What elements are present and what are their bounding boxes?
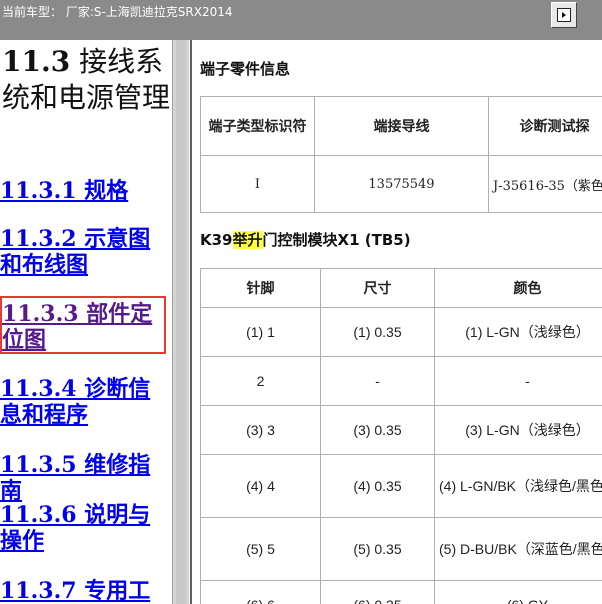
cell-pin: 2 (200, 356, 321, 406)
cell-size: (5) 0.35 (320, 517, 435, 581)
nav-link-repair-guide[interactable]: 11.3.5 维修指南 (0, 452, 170, 504)
cell-diagnostic-probe: J-35616-35（紫色） (488, 155, 602, 213)
table-header-row: 针脚 尺寸 颜色 (200, 268, 602, 308)
nav-link-specs[interactable]: 11.3.1 规格 (0, 178, 170, 204)
cell-pin: (4) 4 (200, 454, 321, 518)
table-header-row: 端子类型标识符 端接导线 诊断测试探 (200, 96, 602, 156)
cell-color: (1) L-GN（浅绿色） (434, 307, 602, 357)
toggle-panel-button[interactable] (551, 2, 577, 28)
cell-size: (3) 0.35 (320, 405, 435, 455)
nav-link-description-operation[interactable]: 11.3.6 说明与操作 (0, 502, 170, 554)
connector-pinout-table: 针脚 尺寸 颜色 (1) 1 (1) 0.35 (1) L-GN（浅绿色） 2 … (200, 268, 602, 604)
connector-title-prefix: K39 (200, 231, 233, 249)
cell-pin: (5) 5 (200, 517, 321, 581)
table-row: I 13575549 J-35616-35（紫色） (200, 155, 602, 213)
toggle-panel-icon (557, 8, 571, 22)
header-size: 尺寸 (320, 268, 435, 308)
left-navigation: 11.3 接线系统和电源管理 11.3.1 规格 11.3.2 示意图和布线图 … (0, 40, 172, 604)
cell-pin: (6) 6 (200, 580, 321, 604)
chapter-heading: 11.3 接线系统和电源管理 (2, 44, 172, 116)
cell-size: (6) 0.35 (320, 580, 435, 604)
cell-size: (4) 0.35 (320, 454, 435, 518)
table-row: 2 - - (200, 356, 602, 406)
current-vehicle-label: 当前车型： 厂家:S-上海凯迪拉克SRX2014 (2, 5, 233, 19)
left-scrollbar[interactable] (172, 40, 190, 604)
nav-link-special-tools[interactable]: 11.3.7 专用工具 (0, 578, 170, 604)
header-terminal-type: 端子类型标识符 (200, 96, 315, 156)
cell-size: - (320, 356, 435, 406)
table-row: (4) 4 (4) 0.35 (4) L-GN/BK（浅绿色/黑色） (200, 454, 602, 518)
cell-terminal-type: I (200, 155, 315, 213)
header-terminated-lead: 端接导线 (314, 96, 489, 156)
cell-color: (4) L-GN/BK（浅绿色/黑色） (434, 454, 602, 518)
cell-color: (3) L-GN（浅绿色） (434, 405, 602, 455)
scrollbar-thumb[interactable] (176, 40, 186, 604)
nav-link-diagnostics[interactable]: 11.3.4 诊断信息和程序 (0, 376, 170, 428)
search-highlight: 举升 (232, 231, 263, 249)
main-content: 端子零件信息 端子类型标识符 端接导线 诊断测试探 I 13575549 J-3… (192, 40, 602, 604)
terminal-parts-title: 端子零件信息 (200, 60, 291, 78)
header-color: 颜色 (434, 268, 602, 308)
cell-color: - (434, 356, 602, 406)
connector-title: K39举升门控制模块X1 (TB5) (200, 229, 411, 250)
nav-link-schematics[interactable]: 11.3.2 示意图和布线图 (0, 226, 170, 278)
top-bar: 当前车型： 厂家:S-上海凯迪拉克SRX2014 (0, 0, 602, 40)
table-row: (5) 5 (5) 0.35 (5) D-BU/BK（深蓝色/黑色） (200, 517, 602, 581)
cell-color: (5) D-BU/BK（深蓝色/黑色） (434, 517, 602, 581)
cell-color: (6) GY (434, 580, 602, 604)
header-diagnostic-probe: 诊断测试探 (488, 96, 602, 156)
cell-pin: (3) 3 (200, 405, 321, 455)
cell-terminated-lead: 13575549 (314, 155, 489, 213)
chapter-number: 11.3 (2, 45, 71, 78)
cell-pin: (1) 1 (200, 307, 321, 357)
selection-highlight (0, 296, 166, 354)
cell-size: (1) 0.35 (320, 307, 435, 357)
table-row: (3) 3 (3) 0.35 (3) L-GN（浅绿色） (200, 405, 602, 455)
header-pin: 针脚 (200, 268, 321, 308)
connector-title-suffix: 门控制模块X1 (TB5) (262, 231, 411, 249)
table-row: (6) 6 (6) 0.35 (6) GY (200, 580, 602, 604)
table-row: (1) 1 (1) 0.35 (1) L-GN（浅绿色） (200, 307, 602, 357)
terminal-parts-table: 端子类型标识符 端接导线 诊断测试探 I 13575549 J-35616-35… (200, 96, 602, 213)
